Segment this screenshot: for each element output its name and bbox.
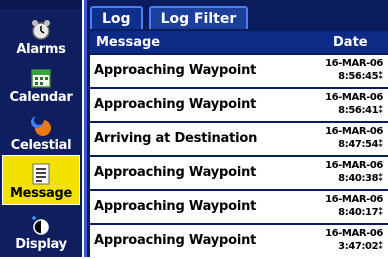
sidebar-item-label: Alarms	[16, 42, 66, 57]
table-row[interactable]: Approaching Waypoint 16-MAR-06 8:56:41⁑	[90, 89, 388, 121]
sidebar-item-label: Message	[9, 186, 73, 201]
row-message: Approaching Waypoint	[94, 97, 257, 112]
row-date: 16-MAR-06	[325, 126, 383, 137]
sidebar-nav: Alarms Calendar Celestial Message Displa…	[0, 0, 82, 257]
row-message: Approaching Waypoint	[94, 199, 257, 214]
row-date: 16-MAR-06	[325, 160, 383, 171]
row-datetime: 16-MAR-06 8:40:17⁑	[325, 193, 383, 219]
table-row[interactable]: Approaching Waypoint 16-MAR-06 8:40:38⁑	[90, 157, 388, 189]
sidebar-item-label: Display	[15, 237, 67, 252]
row-message: Approaching Waypoint	[94, 63, 257, 78]
row-date: 16-MAR-06	[325, 194, 383, 205]
message-log-icon	[28, 162, 54, 186]
row-time: 8:56:45⁑	[338, 71, 383, 82]
gps-message-log-screen: Alarms Calendar Celestial Message Displa…	[0, 0, 388, 257]
row-datetime: 16-MAR-06 8:47:54⁑	[325, 125, 383, 151]
message-log-panel: Log Log Filter Message Date Approaching …	[84, 0, 388, 257]
sidebar-item-alarms[interactable]: Alarms	[2, 10, 80, 60]
row-time: 8:47:54⁑	[338, 139, 383, 150]
table-row[interactable]: Approaching Waypoint 16-MAR-06 8:56:45⁑	[90, 55, 388, 87]
row-message: Approaching Waypoint	[94, 165, 257, 180]
row-datetime: 16-MAR-06 8:56:41⁑	[325, 91, 383, 117]
column-header-date: Date	[333, 34, 368, 50]
sun-moon-icon	[28, 114, 54, 138]
row-time: 8:40:38⁑	[338, 173, 383, 184]
table-row[interactable]: Arriving at Destination 16-MAR-06 8:47:54…	[90, 123, 388, 155]
sidebar-item-label: Celestial	[10, 138, 72, 153]
table-row[interactable]: Approaching Waypoint 16-MAR-06 8:40:17⁑	[90, 191, 388, 223]
tab-log[interactable]: Log	[90, 6, 143, 29]
sidebar-item-message[interactable]: Message	[2, 155, 80, 205]
row-datetime: 16-MAR-06 8:56:45⁑	[325, 57, 383, 83]
table-header: Message Date	[90, 31, 388, 53]
row-date: 16-MAR-06	[325, 92, 383, 103]
tab-log-filter[interactable]: Log Filter	[148, 6, 249, 29]
row-date: 16-MAR-06	[325, 58, 383, 69]
sidebar-item-calendar[interactable]: Calendar	[2, 58, 80, 108]
row-message: Arriving at Destination	[94, 131, 258, 146]
alarm-clock-icon	[28, 18, 54, 42]
sidebar-item-label: Calendar	[9, 90, 73, 105]
table-row[interactable]: Approaching Waypoint 16-MAR-06 3:47:02⁑	[90, 225, 388, 257]
row-datetime: 16-MAR-06 3:47:02⁑	[325, 227, 383, 253]
calendar-icon	[28, 66, 54, 90]
row-time: 8:56:41⁑	[338, 105, 383, 116]
tab-bar: Log Log Filter	[90, 6, 254, 31]
column-header-message: Message	[96, 34, 161, 50]
row-time: 3:47:02⁑	[338, 241, 383, 252]
row-datetime: 16-MAR-06 8:40:38⁑	[325, 159, 383, 185]
message-list: Approaching Waypoint 16-MAR-06 8:56:45⁑ A…	[90, 55, 388, 259]
nav-top-bar	[0, 0, 82, 9]
sidebar-item-display[interactable]: Display	[2, 205, 80, 255]
display-contrast-icon	[28, 213, 54, 237]
row-date: 16-MAR-06	[325, 228, 383, 239]
row-time: 8:40:17⁑	[338, 207, 383, 218]
row-message: Approaching Waypoint	[94, 233, 257, 248]
sidebar-item-celestial[interactable]: Celestial	[2, 106, 80, 156]
